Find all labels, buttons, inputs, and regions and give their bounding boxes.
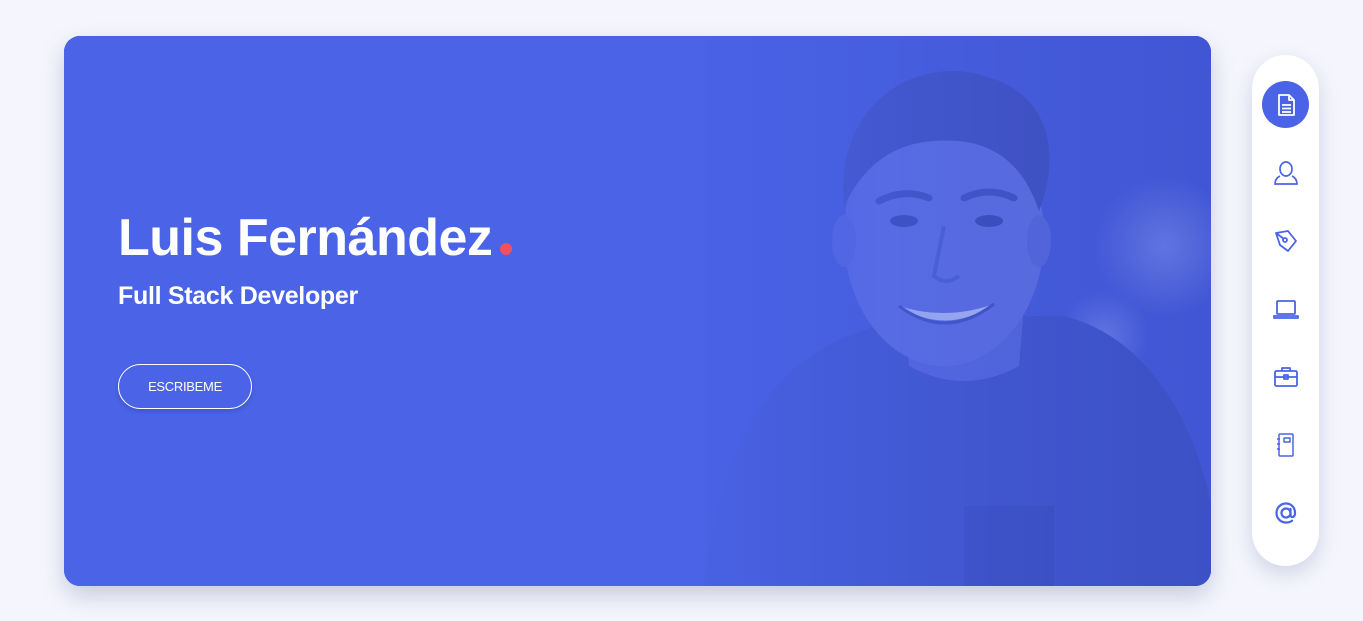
hero-content: Luis Fernández Full Stack Developer: [118, 208, 513, 311]
hero-subtitle: Full Stack Developer: [118, 282, 358, 310]
nav-item-experience[interactable]: [1262, 353, 1309, 400]
accent-dot: [500, 243, 513, 255]
contact-button[interactable]: ESCRIBEME: [118, 364, 252, 409]
pen-nib-icon: [1274, 229, 1297, 252]
laptop-icon: [1272, 299, 1299, 319]
hero-name-heading: Luis Fernández: [118, 208, 513, 268]
document-icon: [1277, 93, 1295, 116]
nav-item-portfolio[interactable]: [1262, 285, 1309, 332]
nav-item-about[interactable]: [1262, 149, 1309, 196]
side-navigation: [1252, 55, 1319, 566]
nav-item-contact[interactable]: [1262, 489, 1309, 536]
hero-name: Luis Fernández: [118, 209, 493, 267]
briefcase-icon: [1273, 366, 1298, 387]
page: Luis Fernández Full Stack Developer ESCR…: [0, 0, 1363, 621]
nav-item-resume[interactable]: [1262, 81, 1309, 128]
nav-item-blog[interactable]: [1262, 421, 1309, 468]
hero-banner: Luis Fernández Full Stack Developer ESCR…: [64, 36, 1211, 586]
nav-item-skills[interactable]: [1262, 217, 1309, 264]
notebook-icon: [1276, 432, 1294, 457]
at-sign-icon: [1274, 501, 1296, 524]
profile-photo: [64, 36, 1211, 586]
user-icon: [1273, 160, 1298, 185]
